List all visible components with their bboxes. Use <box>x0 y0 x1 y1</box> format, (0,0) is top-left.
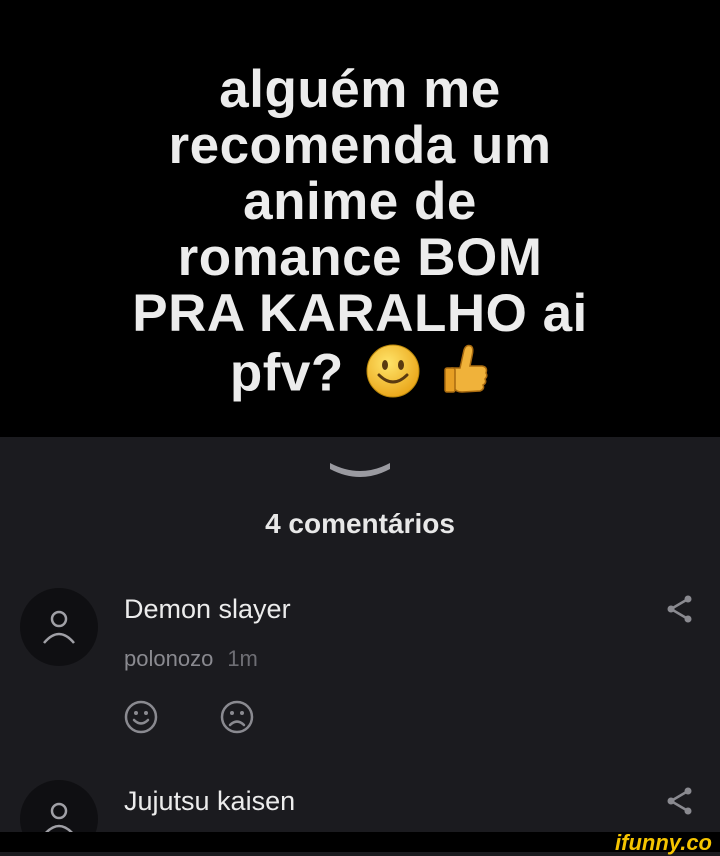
post-line: recomenda um <box>168 116 552 175</box>
ifunny-watermark: ifunny.co <box>615 830 712 855</box>
avatar[interactable] <box>20 588 98 666</box>
smile-reaction-icon[interactable] <box>124 700 158 739</box>
user-icon <box>45 802 73 832</box>
post-image: alguém me recomenda um anime de romance … <box>0 0 720 437</box>
comment-time: 1m <box>227 646 258 671</box>
avatar[interactable] <box>20 780 98 832</box>
comment-meta: polonozo 1m <box>124 646 258 672</box>
comment-text: Demon slayer <box>124 594 291 624</box>
comment-item: Jujutsu kaisen <box>0 780 720 832</box>
comment-text: Jujutsu kaisen <box>124 786 296 816</box>
comment-author[interactable]: polonozo <box>124 646 213 671</box>
share-icon[interactable] <box>666 786 694 821</box>
post-line: pfv? <box>229 343 344 403</box>
post-text: alguém me recomenda um anime de romance … <box>20 62 700 411</box>
post-line: anime de <box>243 172 477 231</box>
footer-bar <box>0 832 720 852</box>
comments-count: 4 comentários <box>265 508 455 539</box>
thumbs-up-emoji-icon <box>442 342 490 411</box>
smiley-emoji-icon <box>365 343 421 410</box>
post-line: alguém me <box>219 60 501 119</box>
frown-reaction-icon[interactable] <box>220 700 254 739</box>
comments-panel <box>0 437 720 832</box>
post-last-line: pfv? <box>20 342 700 411</box>
user-icon <box>43 610 75 644</box>
post-line: romance BOM <box>177 228 543 287</box>
share-icon[interactable] <box>666 594 694 629</box>
chevron-down-icon[interactable] <box>326 457 394 490</box>
post-line: PRA KARALHO ai <box>132 284 588 343</box>
